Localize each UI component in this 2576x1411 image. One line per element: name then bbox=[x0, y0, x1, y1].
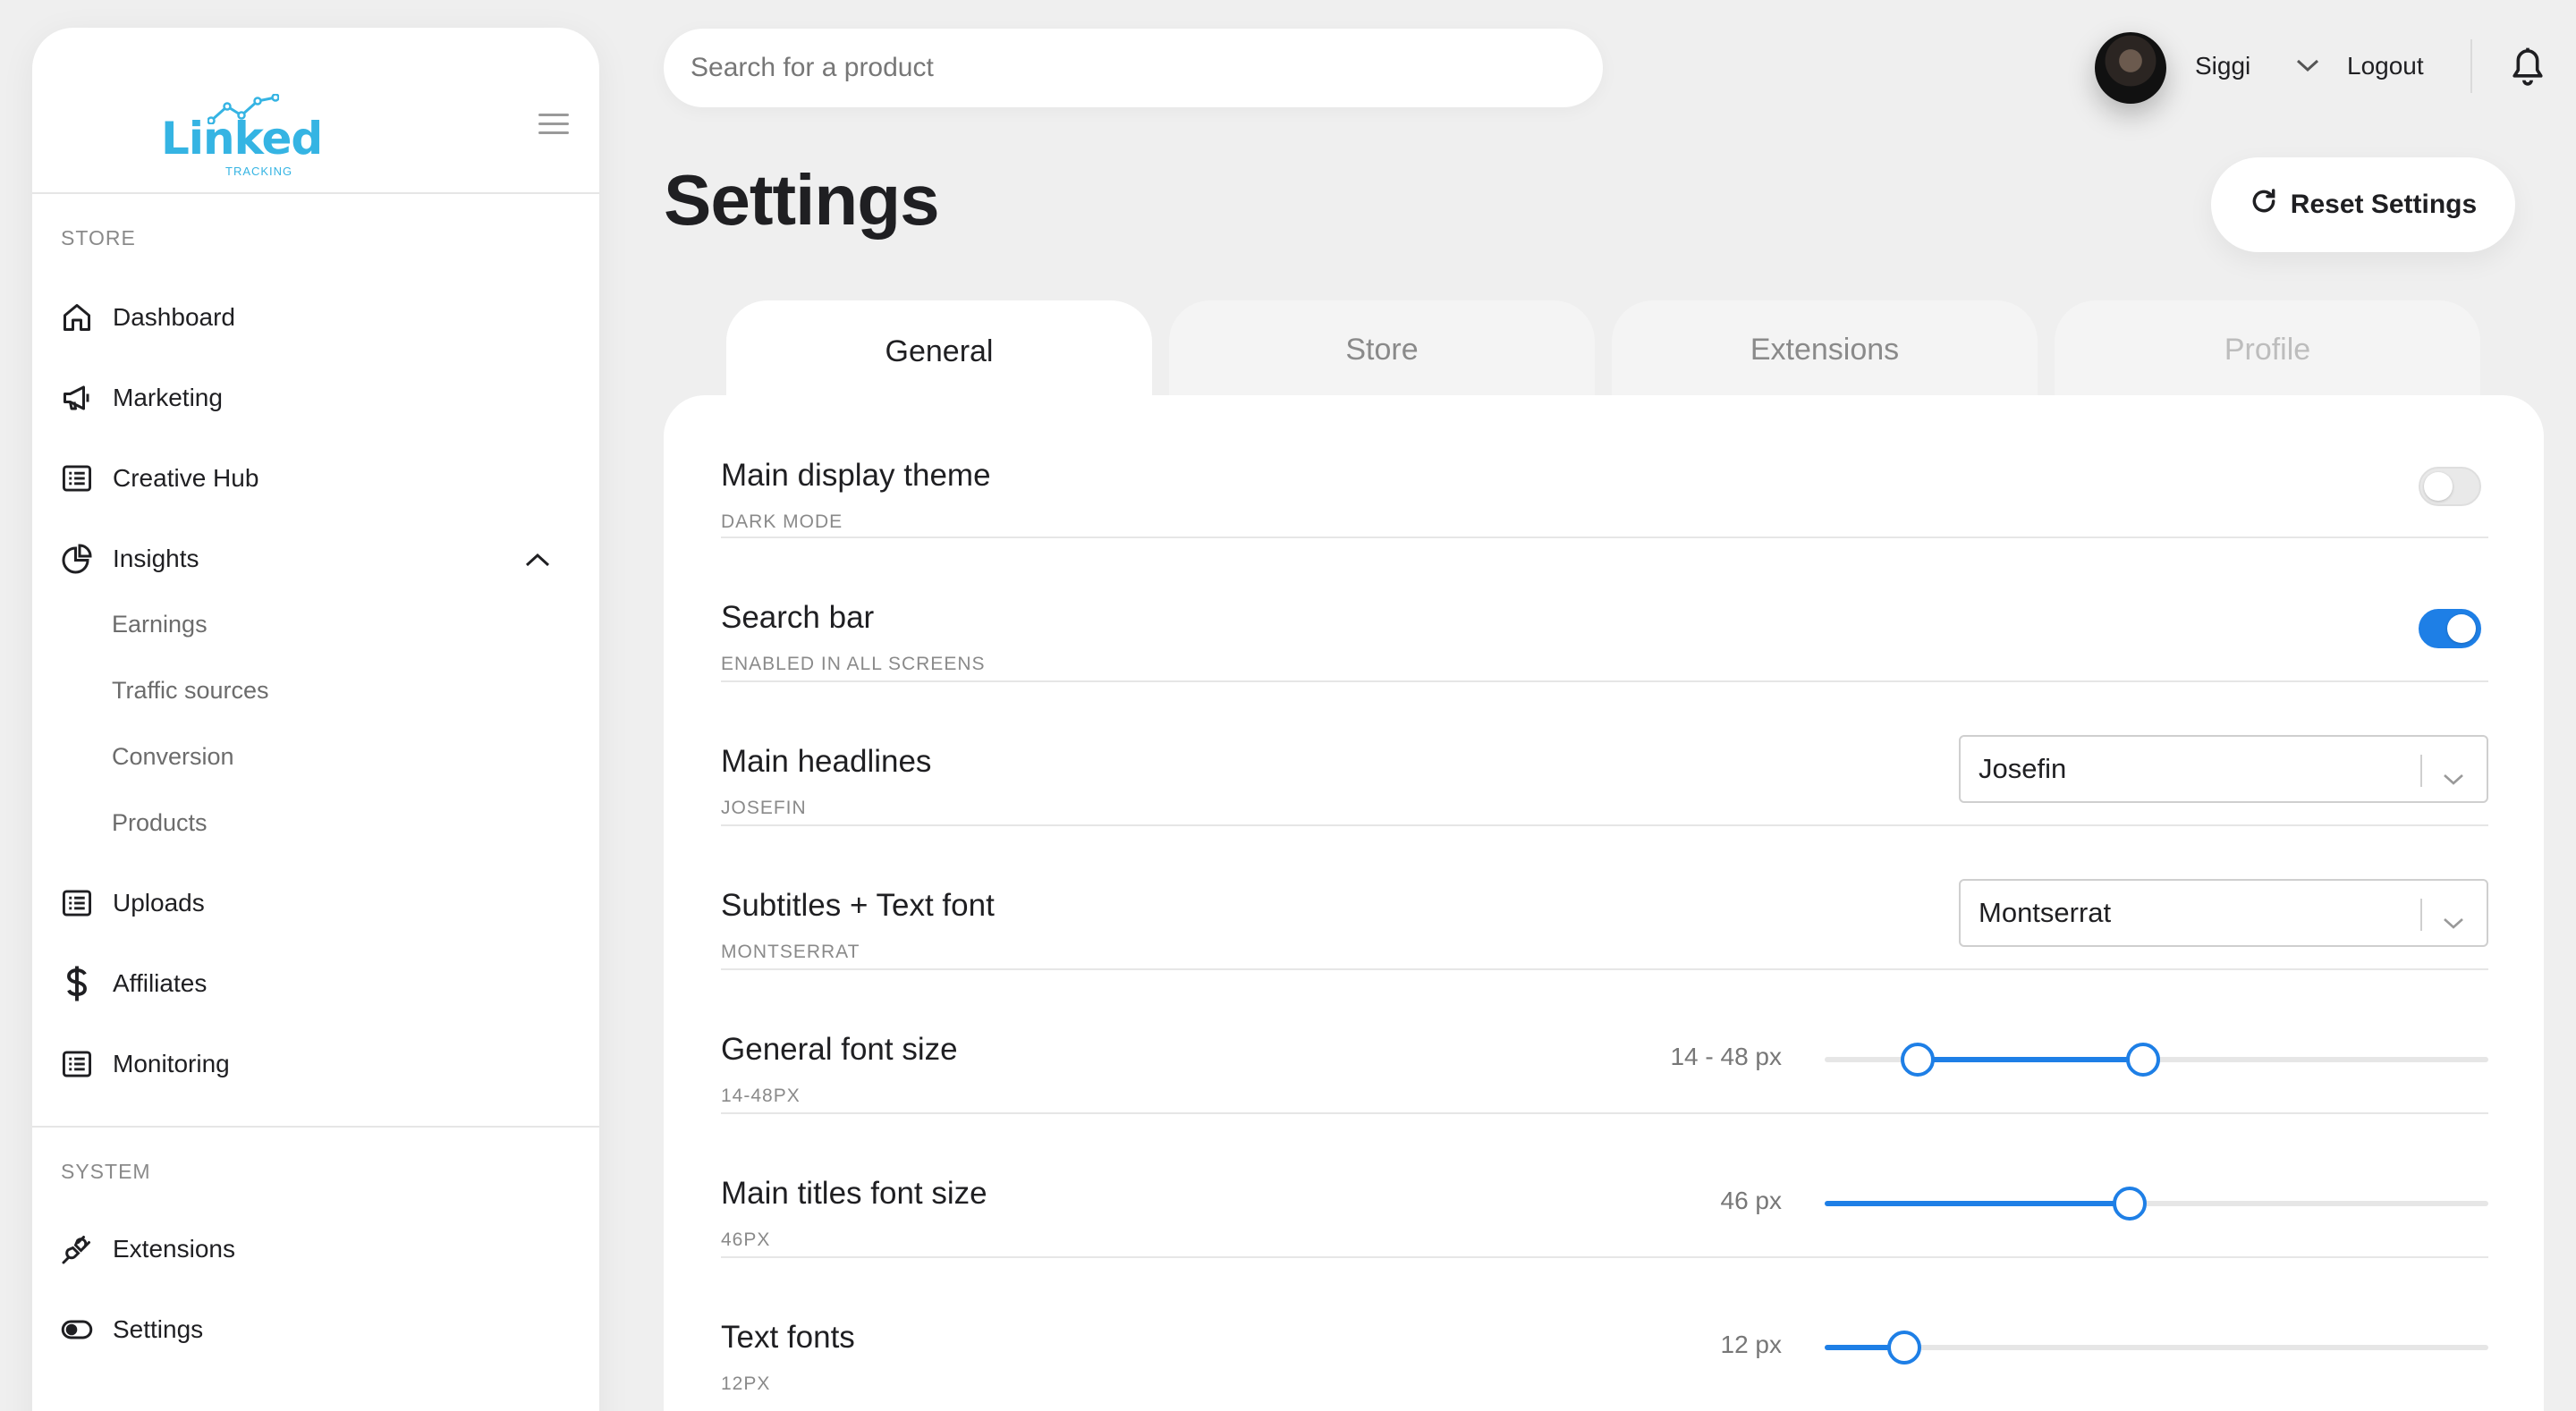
chevron-down-icon bbox=[2442, 762, 2465, 794]
setting-row-subtitles: Subtitles + Text font MONTSERRAT Montser… bbox=[721, 827, 2488, 970]
menu-toggle-icon[interactable] bbox=[538, 114, 569, 135]
setting-sublabel: 12PX bbox=[721, 1373, 771, 1394]
sidebar-subitem-traffic-sources[interactable]: Traffic sources bbox=[112, 677, 269, 705]
sidebar-item-label: Marketing bbox=[113, 384, 223, 411]
chevron-up-icon[interactable] bbox=[524, 546, 551, 575]
setting-label: Search bar bbox=[721, 600, 875, 635]
sidebar-item-extensions[interactable]: Extensions bbox=[59, 1222, 578, 1276]
setting-row-font-size: General font size 14-48PX 14 - 48 px bbox=[721, 971, 2488, 1114]
setting-sublabel: MONTSERRAT bbox=[721, 942, 860, 962]
setting-sublabel: 46PX bbox=[721, 1229, 771, 1250]
search-input[interactable] bbox=[664, 29, 1603, 107]
chevron-down-icon bbox=[2442, 906, 2465, 938]
sidebar-item-dashboard[interactable]: Dashboard bbox=[59, 291, 578, 344]
search-bar-toggle[interactable] bbox=[2419, 609, 2481, 648]
refresh-icon bbox=[2250, 187, 2278, 223]
sidebar-item-label: Insights bbox=[113, 545, 199, 572]
select-value: Montserrat bbox=[1979, 897, 2112, 928]
list-icon bbox=[59, 460, 95, 496]
setting-label: General font size bbox=[721, 1032, 958, 1067]
text-font-select[interactable]: Montserrat bbox=[1959, 879, 2488, 947]
bell-icon[interactable] bbox=[2510, 46, 2546, 92]
setting-label: Subtitles + Text font bbox=[721, 888, 995, 923]
tab-store[interactable]: Store bbox=[1169, 300, 1595, 399]
sidebar-subitem-earnings[interactable]: Earnings bbox=[112, 611, 208, 638]
section-system-title: SYSTEM bbox=[61, 1160, 151, 1183]
home-icon bbox=[59, 300, 95, 335]
sidebar-subitem-conversion[interactable]: Conversion bbox=[112, 743, 234, 771]
sidebar-item-monitoring[interactable]: Monitoring bbox=[59, 1037, 578, 1091]
setting-sublabel: JOSEFIN bbox=[721, 798, 807, 818]
setting-label: Main display theme bbox=[721, 458, 991, 493]
chevron-down-icon[interactable] bbox=[2295, 57, 2320, 78]
slider-thumb-max[interactable] bbox=[2126, 1043, 2161, 1077]
sidebar-item-label: Affiliates bbox=[113, 969, 208, 997]
tab-extensions[interactable]: Extensions bbox=[1612, 300, 2038, 399]
brand-header: Linked TRACKING bbox=[32, 28, 599, 194]
slider-fill bbox=[1917, 1057, 2144, 1062]
setting-sublabel: 14-48PX bbox=[721, 1086, 801, 1106]
sidebar-item-insights[interactable]: Insights bbox=[59, 532, 578, 586]
select-value: Josefin bbox=[1979, 753, 2067, 784]
dollar-icon bbox=[59, 966, 95, 1001]
tab-general[interactable]: General bbox=[726, 300, 1152, 402]
setting-label: Main titles font size bbox=[721, 1176, 987, 1211]
megaphone-icon bbox=[59, 380, 95, 416]
sidebar-item-label: Dashboard bbox=[113, 303, 235, 331]
sidebar-item-label: Uploads bbox=[113, 889, 205, 917]
setting-row-text-fonts: Text fonts 12PX 12 px bbox=[721, 1259, 2488, 1402]
avatar[interactable] bbox=[2095, 32, 2166, 104]
sidebar-item-uploads[interactable]: Uploads bbox=[59, 876, 578, 930]
sidebar-item-affiliates[interactable]: Affiliates bbox=[59, 957, 578, 1010]
toggle-icon bbox=[59, 1312, 95, 1348]
logout-link[interactable]: Logout bbox=[2347, 52, 2424, 80]
settings-panel: Main display theme DARK MODE Search bar … bbox=[664, 395, 2544, 1411]
sidebar-item-label: Settings bbox=[113, 1315, 204, 1343]
slider-thumb[interactable] bbox=[2113, 1187, 2148, 1221]
header-divider bbox=[2470, 39, 2472, 93]
list-icon bbox=[59, 885, 95, 921]
setting-sublabel: ENABLED IN ALL SCREENS bbox=[721, 654, 986, 674]
setting-row-theme: Main display theme DARK MODE bbox=[721, 395, 2488, 538]
sidebar-divider bbox=[32, 1126, 599, 1128]
setting-row-title-size: Main titles font size 46PX 46 px bbox=[721, 1115, 2488, 1258]
slider-value: 12 px bbox=[1720, 1331, 1783, 1358]
setting-row-headlines: Main headlines JOSEFIN Josefin bbox=[721, 683, 2488, 826]
sidebar-item-label: Monitoring bbox=[113, 1050, 230, 1077]
sidebar-subitem-products[interactable]: Products bbox=[112, 809, 208, 837]
headlines-font-select[interactable]: Josefin bbox=[1959, 735, 2488, 803]
sidebar-item-label: Creative Hub bbox=[113, 464, 259, 492]
setting-label: Main headlines bbox=[721, 744, 932, 779]
title-size-slider[interactable] bbox=[1825, 1187, 2488, 1221]
sidebar-item-marketing[interactable]: Marketing bbox=[59, 371, 578, 425]
logo[interactable]: Linked TRACKING bbox=[127, 62, 323, 178]
section-store-title: STORE bbox=[61, 226, 136, 249]
sidebar-item-settings[interactable]: Settings bbox=[59, 1303, 578, 1356]
sidebar-item-label: Extensions bbox=[113, 1235, 235, 1263]
setting-sublabel: DARK MODE bbox=[721, 511, 843, 532]
slider-value: 46 px bbox=[1720, 1187, 1783, 1214]
slider-thumb-min[interactable] bbox=[1900, 1043, 1935, 1077]
page-title: Settings bbox=[664, 160, 940, 240]
slider-thumb[interactable] bbox=[1887, 1331, 1922, 1365]
slider-value: 14 - 48 px bbox=[1670, 1043, 1782, 1070]
tab-profile[interactable]: Profile bbox=[2055, 300, 2480, 399]
slider-fill bbox=[1825, 1201, 2131, 1206]
reset-settings-button[interactable]: Reset Settings bbox=[2211, 157, 2515, 252]
logo-wordmark: Linked bbox=[161, 113, 323, 165]
dark-mode-toggle[interactable] bbox=[2419, 467, 2481, 506]
sidebar-item-creative-hub[interactable]: Creative Hub bbox=[59, 452, 578, 505]
reset-settings-label: Reset Settings bbox=[2290, 190, 2478, 219]
username: Siggi bbox=[2195, 52, 2251, 80]
list-icon bbox=[59, 1046, 95, 1082]
logo-tagline: TRACKING bbox=[225, 165, 293, 178]
pie-chart-icon bbox=[59, 541, 95, 577]
setting-row-searchbar: Search bar ENABLED IN ALL SCREENS bbox=[721, 539, 2488, 682]
sidebar: Linked TRACKING STORE Dashboard Marketin… bbox=[32, 28, 599, 1411]
setting-label: Text fonts bbox=[721, 1320, 855, 1355]
font-size-range-slider[interactable] bbox=[1825, 1043, 2488, 1077]
plug-icon bbox=[59, 1231, 95, 1267]
text-font-size-slider[interactable] bbox=[1825, 1331, 2488, 1365]
